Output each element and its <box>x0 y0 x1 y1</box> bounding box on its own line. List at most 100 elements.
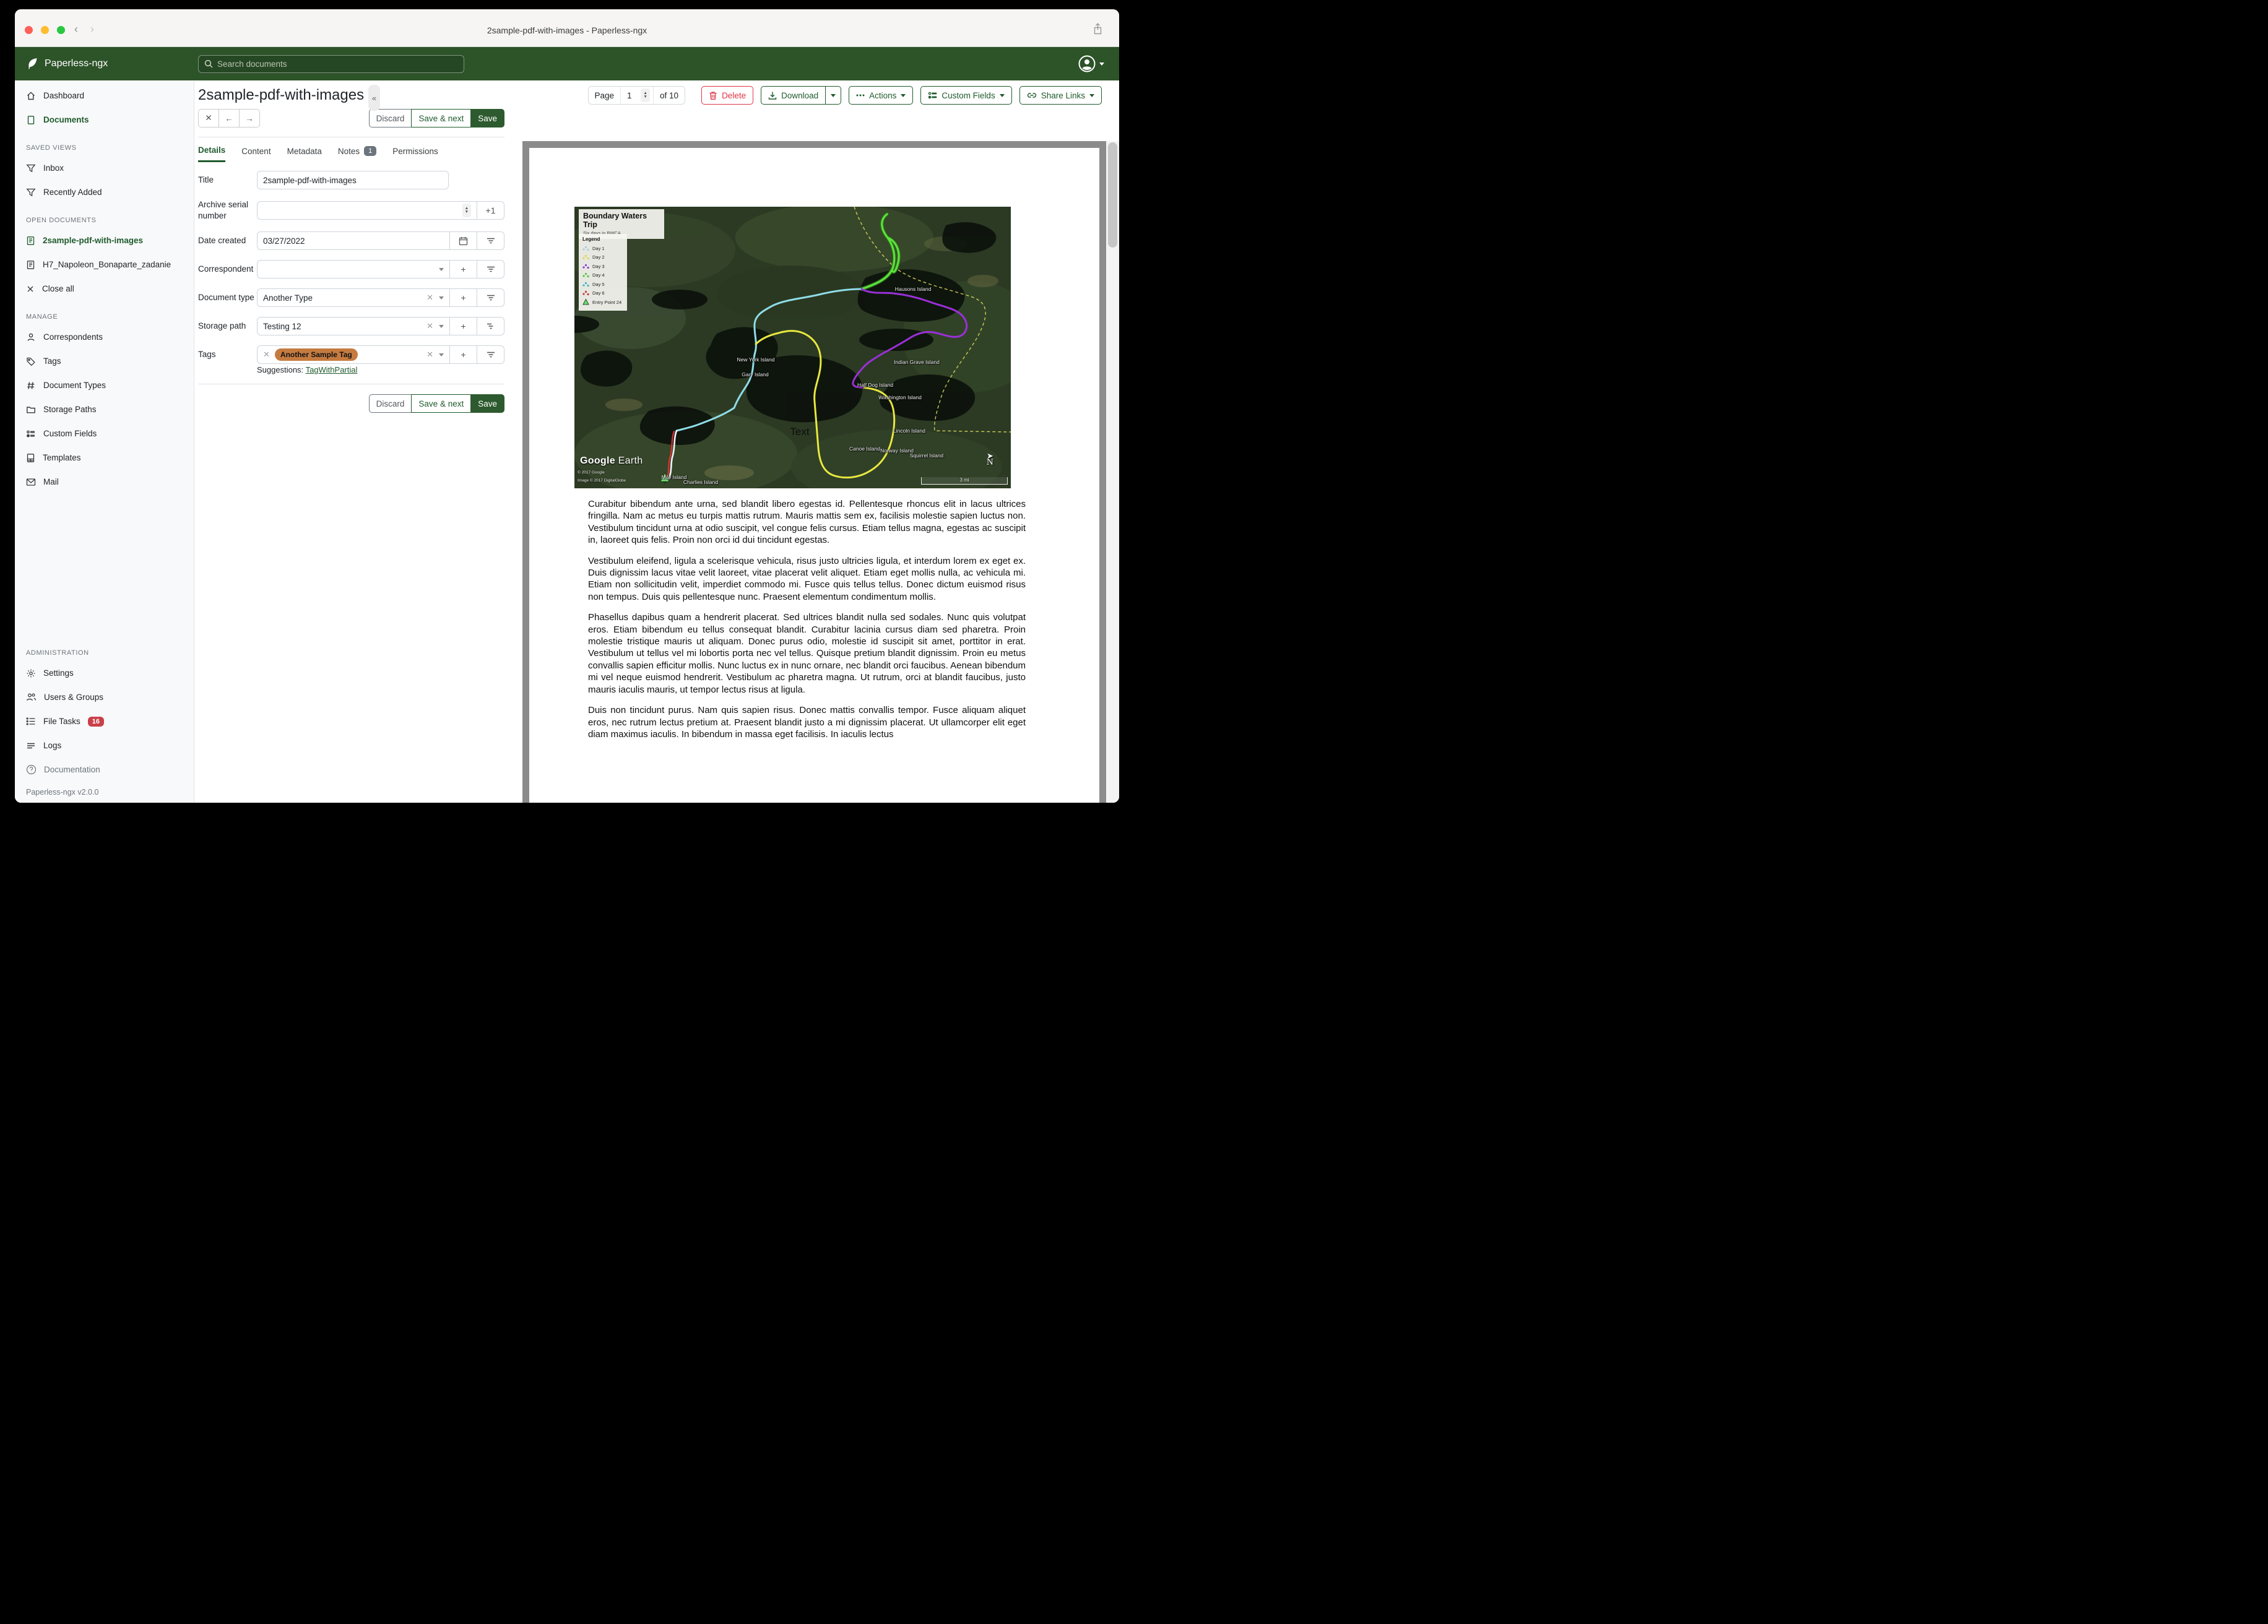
sidebar-item-documents[interactable]: Documents <box>15 108 194 132</box>
tab-notes[interactable]: Notes 1 <box>338 145 377 162</box>
save-and-next-button-bottom[interactable]: Save & next <box>411 394 472 413</box>
preview-scrollbar[interactable] <box>1106 141 1119 803</box>
chevron-down-icon <box>901 93 906 97</box>
minimize-window-button[interactable] <box>41 26 49 34</box>
sidebar-item-storage-paths[interactable]: Storage Paths <box>15 397 194 421</box>
gear-icon <box>27 669 35 677</box>
asn-spinner[interactable]: ▲ ▼ <box>462 204 471 218</box>
browser-forward-button[interactable]: › <box>90 23 94 36</box>
search-bar[interactable] <box>198 54 464 73</box>
sidebar-item-documentation[interactable]: Documentation <box>15 758 194 782</box>
add-storage-path-button[interactable]: + <box>449 317 477 336</box>
sidebar-item-templates[interactable]: Templates <box>15 446 194 470</box>
storage-path-filter-button[interactable] <box>477 317 504 336</box>
correspondent-select[interactable] <box>257 260 450 279</box>
save-button[interactable]: Save <box>470 109 504 127</box>
filter-funnel-icon <box>26 164 36 172</box>
map-label: Hausons Island <box>894 286 932 292</box>
file-tasks-badge: 16 <box>87 716 105 727</box>
sidebar-item-document-types[interactable]: Document Types <box>15 373 194 397</box>
download-button[interactable]: Download <box>761 86 826 105</box>
scrollbar-thumb[interactable] <box>1108 142 1117 248</box>
save-button-group: Discard Save & next Save <box>368 109 504 127</box>
sidebar-item-custom-fields[interactable]: Custom Fields <box>15 421 194 446</box>
correspondent-filter-button[interactable] <box>477 260 504 279</box>
brand[interactable]: Paperless-ngx <box>15 57 108 71</box>
search-input[interactable] <box>217 59 458 69</box>
tag-suggestion-link[interactable]: TagWithPartial <box>306 365 358 374</box>
sidebar-item-correspondents[interactable]: Correspondents <box>15 325 194 349</box>
next-document-button[interactable]: → <box>239 109 260 127</box>
add-correspondent-button[interactable]: + <box>449 260 477 279</box>
satellite-map <box>574 207 1011 488</box>
main-pane: « 2sample-pdf-with-images Page ▲▼ of 10 <box>194 81 1119 803</box>
tab-permissions[interactable]: Permissions <box>392 145 438 162</box>
compass-north-icon: ➤ N <box>987 451 993 467</box>
asn-input[interactable] <box>263 205 462 215</box>
page-number-input[interactable] <box>627 90 638 100</box>
remove-tag-icon[interactable]: ✕ <box>263 350 270 360</box>
tab-content[interactable]: Content <box>241 145 271 162</box>
download-menu-button[interactable] <box>825 86 842 105</box>
page-number-field[interactable]: ▲▼ <box>620 87 654 104</box>
sidebar-item-settings[interactable]: Settings <box>15 661 194 685</box>
actions-button[interactable]: Actions <box>849 86 914 105</box>
map-label: Charlies Island <box>683 479 719 485</box>
tag-chip[interactable]: Another Sample Tag <box>274 348 358 361</box>
date-created-input[interactable] <box>263 236 444 246</box>
zoom-window-button[interactable] <box>57 26 65 34</box>
track-icon <box>582 273 589 278</box>
tab-metadata[interactable]: Metadata <box>287 145 322 162</box>
collapse-sidebar-button[interactable]: « <box>368 85 380 111</box>
save-button-bottom[interactable]: Save <box>470 394 504 413</box>
calendar-button[interactable] <box>449 231 477 251</box>
share-icon[interactable] <box>1093 23 1103 35</box>
clear-icon[interactable]: ✕ <box>426 321 433 331</box>
title-input[interactable] <box>263 175 443 185</box>
sidebar-item-file-tasks[interactable]: File Tasks 16 <box>15 709 194 733</box>
clear-icon[interactable]: ✕ <box>426 293 433 303</box>
titlebar: ‹ › 2sample-pdf-with-images - Paperless-… <box>15 9 1119 47</box>
sidebar-item-inbox[interactable]: Inbox <box>15 156 194 180</box>
sidebar-item-users-groups[interactable]: Users & Groups <box>15 685 194 709</box>
tags-filter-button[interactable] <box>477 345 504 365</box>
map-credit: © 2017 Google <box>578 470 605 475</box>
sidebar-open-doc-2[interactable]: H7_Napoleon_Bonaparte_zadanie <box>15 253 194 277</box>
date-filter-button[interactable] <box>477 231 504 251</box>
delete-button[interactable]: Delete <box>701 86 754 105</box>
sidebar-close-all[interactable]: Close all <box>15 277 194 301</box>
sidebar-item-recently-added[interactable]: Recently Added <box>15 180 194 204</box>
sidebar-item-tags[interactable]: Tags <box>15 349 194 373</box>
custom-fields-button[interactable]: Custom Fields <box>920 86 1012 105</box>
browser-back-button[interactable]: ‹ <box>74 23 78 36</box>
page-spinner[interactable]: ▲ ▼ <box>641 89 651 102</box>
save-and-next-button[interactable]: Save & next <box>411 109 472 127</box>
close-document-button[interactable]: ✕ <box>198 109 219 127</box>
user-menu[interactable] <box>1078 55 1104 72</box>
tab-details[interactable]: Details <box>198 145 226 162</box>
storage-path-select[interactable]: Testing 12 ✕ <box>257 317 450 336</box>
tags-select[interactable]: ✕ Another Sample Tag ✕ <box>257 345 450 365</box>
sidebar-open-doc-current[interactable]: 2sample-pdf-with-images <box>15 228 194 253</box>
legend-item-entry-point: Entry Point 24 <box>582 298 623 307</box>
discard-button[interactable]: Discard <box>368 109 412 127</box>
previous-document-button[interactable]: ← <box>219 109 240 127</box>
pdf-preview-pane[interactable]: Boundary Waters Trip Six days in BWCA Le… <box>522 141 1119 803</box>
document-type-select[interactable]: Another Type ✕ <box>257 288 450 308</box>
share-links-button[interactable]: Share Links <box>1019 86 1102 105</box>
app-header: Paperless-ngx <box>15 47 1119 80</box>
sidebar-item-dashboard[interactable]: Dashboard <box>15 84 194 108</box>
add-document-type-button[interactable]: + <box>449 288 477 308</box>
sidebar-item-mail[interactable]: Mail <box>15 470 194 494</box>
map-label: Gary Island <box>742 371 769 378</box>
sidebar-item-logs[interactable]: Logs <box>15 733 194 758</box>
discard-button-bottom[interactable]: Discard <box>368 394 412 413</box>
add-tag-button[interactable]: + <box>449 345 477 365</box>
chevron-down-icon <box>1099 62 1104 66</box>
close-window-button[interactable] <box>25 26 33 34</box>
tag-suggestions: Suggestions: TagWithPartial <box>257 365 358 375</box>
document-type-filter-button[interactable] <box>477 288 504 308</box>
folder-icon <box>27 406 35 413</box>
clear-icon[interactable]: ✕ <box>426 350 433 360</box>
asn-plus-one-button[interactable]: +1 <box>477 201 504 220</box>
